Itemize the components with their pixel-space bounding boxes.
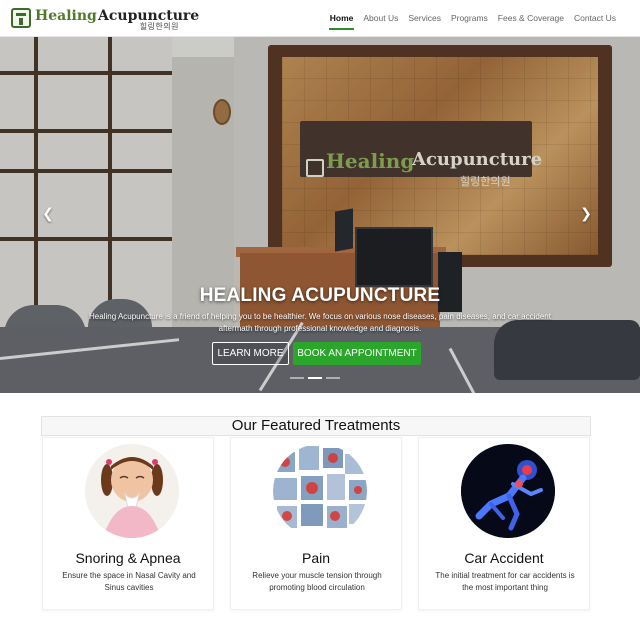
carousel-indicator-1[interactable] <box>290 377 304 379</box>
treatment-card-pain[interactable]: Pain Relieve your muscle tension through… <box>230 437 402 610</box>
hero-title: HEALING ACUPUNCTURE <box>199 285 441 306</box>
brand-text: Healing Acupuncture 힐링한의원 <box>35 6 199 31</box>
body-pain-collage-photo <box>273 444 367 538</box>
nav-item-contact-us[interactable]: Contact Us <box>569 0 621 37</box>
sneezing-child-photo <box>85 444 179 538</box>
treatment-title: Car Accident <box>464 550 544 566</box>
treatment-card-snoring[interactable]: Snoring & Apnea Ensure the space in Nasa… <box>42 437 214 610</box>
treatment-description: The initial treatment for car accidents … <box>435 571 575 592</box>
nav-item-fees-coverage[interactable]: Fees & Coverage <box>493 0 569 37</box>
treatment-title: Pain <box>301 550 331 566</box>
hero-background-photo: Healing Acupuncture 힐링한의원 <box>0 37 640 393</box>
treatment-description: Ensure the space in Nasal Cavity and Sin… <box>62 571 196 592</box>
hero-description: Healing Acupuncture is a friend of helpi… <box>89 312 551 333</box>
nav-item-programs[interactable]: Programs <box>446 0 493 37</box>
book-appointment-button[interactable]: BOOK AN APPOINTMENT <box>293 342 421 365</box>
brand-name-korean: 힐링한의원 <box>139 22 179 31</box>
main-nav: Home About Us Services Programs Fees & C… <box>325 0 621 37</box>
xray-skeleton-photo <box>461 444 555 538</box>
nav-item-home[interactable]: Home <box>325 0 359 37</box>
hero-carousel: Healing Acupuncture 힐링한의원 ❮ ❯ HEALING AC… <box>0 37 640 393</box>
learn-more-button[interactable]: LEARN MORE <box>212 342 289 365</box>
treatment-description: Relieve your muscle tension through prom… <box>252 571 382 592</box>
brand-name-healing: Healing <box>35 8 97 24</box>
nav-item-about-us[interactable]: About Us <box>358 0 403 37</box>
navbar: Healing Acupuncture 힐링한의원 Home About Us … <box>0 0 640 37</box>
brand-logo[interactable]: Healing Acupuncture 힐링한의원 <box>11 6 199 31</box>
logo-icon <box>11 8 31 28</box>
treatment-title: Snoring & Apnea <box>75 550 181 566</box>
featured-treatments-heading: Our Featured Treatments <box>41 416 591 436</box>
nav-item-services[interactable]: Services <box>403 0 446 37</box>
carousel-indicators <box>290 377 340 379</box>
treatment-card-car-accident[interactable]: Car Accident The initial treatment for c… <box>418 437 590 610</box>
chevron-left-icon[interactable]: ❮ <box>38 205 58 222</box>
carousel-indicator-3[interactable] <box>326 377 340 379</box>
carousel-indicator-2[interactable] <box>308 377 322 379</box>
chevron-right-icon[interactable]: ❯ <box>576 205 596 222</box>
